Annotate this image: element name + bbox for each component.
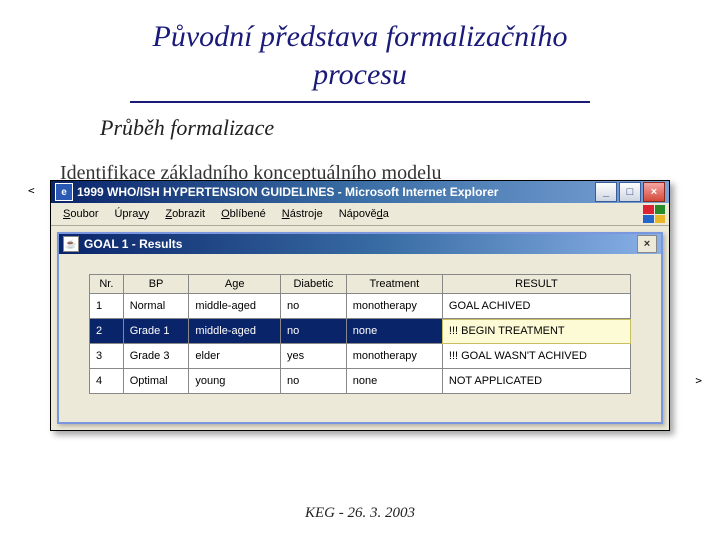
cell-treatment[interactable]: none xyxy=(346,369,442,394)
cell-diabetic[interactable]: no xyxy=(281,319,347,344)
results-window-title: GOAL 1 - Results xyxy=(84,237,637,251)
cell-bp[interactable]: Grade 1 xyxy=(123,319,189,344)
subtitle: Průběh formalizace xyxy=(0,103,720,141)
cell-age[interactable]: elder xyxy=(189,344,281,369)
table-row[interactable]: 2Grade 1middle-agednonone!!! BEGIN TREAT… xyxy=(90,319,631,344)
minimize-button[interactable]: _ xyxy=(595,182,617,202)
ie-titlebar[interactable]: e 1999 WHO/ISH HYPERTENSION GUIDELINES -… xyxy=(51,181,669,203)
menu-oblibene[interactable]: Oblíbené xyxy=(213,206,274,222)
results-table: Nr. BP Age Diabetic Treatment RESULT 1No… xyxy=(89,274,631,394)
results-table-wrap: Nr. BP Age Diabetic Treatment RESULT 1No… xyxy=(59,254,661,422)
cell-bp[interactable]: Normal xyxy=(123,294,189,319)
table-row[interactable]: 3Grade 3elderyesmonotherapy!!! GOAL WASN… xyxy=(90,344,631,369)
title-line-1: Původní představa formalizačního xyxy=(153,20,568,53)
cell-result[interactable]: !!! GOAL WASN'T ACHIVED xyxy=(442,344,630,369)
results-window: GOAL 1 - Results × Nr. BP Age Diabetic T… xyxy=(57,232,663,424)
cell-bp[interactable]: Grade 3 xyxy=(123,344,189,369)
table-header-row: Nr. BP Age Diabetic Treatment RESULT xyxy=(90,275,631,294)
col-age[interactable]: Age xyxy=(189,275,281,294)
slide-root: Původní představa formalizačního procesu… xyxy=(0,0,720,540)
results-close-button[interactable]: × xyxy=(637,235,657,253)
cell-treatment[interactable]: none xyxy=(346,319,442,344)
menu-nastroje[interactable]: Nástroje xyxy=(274,206,331,222)
table-row[interactable]: 4OptimalyoungnononeNOT APPLICATED xyxy=(90,369,631,394)
cell-diabetic[interactable]: yes xyxy=(281,344,347,369)
cell-treatment[interactable]: monotherapy xyxy=(346,344,442,369)
results-titlebar[interactable]: GOAL 1 - Results × xyxy=(59,234,661,254)
cell-result[interactable]: NOT APPLICATED xyxy=(442,369,630,394)
menu-zobrazit[interactable]: Zobrazit xyxy=(157,206,213,222)
col-nr[interactable]: Nr. xyxy=(90,275,124,294)
menu-soubor[interactable]: Soubor xyxy=(55,206,106,222)
java-icon xyxy=(63,236,79,252)
windows-flag-icon xyxy=(643,205,665,223)
page-title: Původní představa formalizačního procesu xyxy=(0,0,720,97)
cell-age[interactable]: middle-aged xyxy=(189,294,281,319)
ie-window: e 1999 WHO/ISH HYPERTENSION GUIDELINES -… xyxy=(50,180,670,431)
cell-treatment[interactable]: monotherapy xyxy=(346,294,442,319)
cell-nr[interactable]: 2 xyxy=(90,319,124,344)
cell-age[interactable]: middle-aged xyxy=(189,319,281,344)
ie-icon: e xyxy=(55,183,73,201)
cell-result[interactable]: !!! BEGIN TREATMENT xyxy=(442,319,630,344)
menu-napoveda[interactable]: Nápověda xyxy=(331,206,397,222)
col-bp[interactable]: BP xyxy=(123,275,189,294)
cell-bp[interactable]: Optimal xyxy=(123,369,189,394)
ie-window-title: 1999 WHO/ISH HYPERTENSION GUIDELINES - M… xyxy=(77,185,595,199)
col-result[interactable]: RESULT xyxy=(442,275,630,294)
slide-footer: KEG - 26. 3. 2003 xyxy=(0,505,720,522)
ie-menubar: Soubor Úpravy Zobrazit Oblíbené Nástroje… xyxy=(51,203,669,226)
cell-nr[interactable]: 3 xyxy=(90,344,124,369)
title-line-2: procesu xyxy=(313,58,407,91)
col-diabetic[interactable]: Diabetic xyxy=(281,275,347,294)
window-controls: _ □ × xyxy=(595,182,665,202)
cell-nr[interactable]: 1 xyxy=(90,294,124,319)
cell-result[interactable]: GOAL ACHIVED xyxy=(442,294,630,319)
close-button[interactable]: × xyxy=(643,182,665,202)
col-treatment[interactable]: Treatment xyxy=(346,275,442,294)
cell-age[interactable]: young xyxy=(189,369,281,394)
cell-diabetic[interactable]: no xyxy=(281,369,347,394)
xml-fragment-left: < xyxy=(28,184,35,197)
cell-diabetic[interactable]: no xyxy=(281,294,347,319)
table-row[interactable]: 1Normalmiddle-agednomonotherapyGOAL ACHI… xyxy=(90,294,631,319)
maximize-button[interactable]: □ xyxy=(619,182,641,202)
xml-fragment-right: > xyxy=(695,374,702,387)
menu-upravy[interactable]: Úpravy xyxy=(106,206,157,222)
cell-nr[interactable]: 4 xyxy=(90,369,124,394)
